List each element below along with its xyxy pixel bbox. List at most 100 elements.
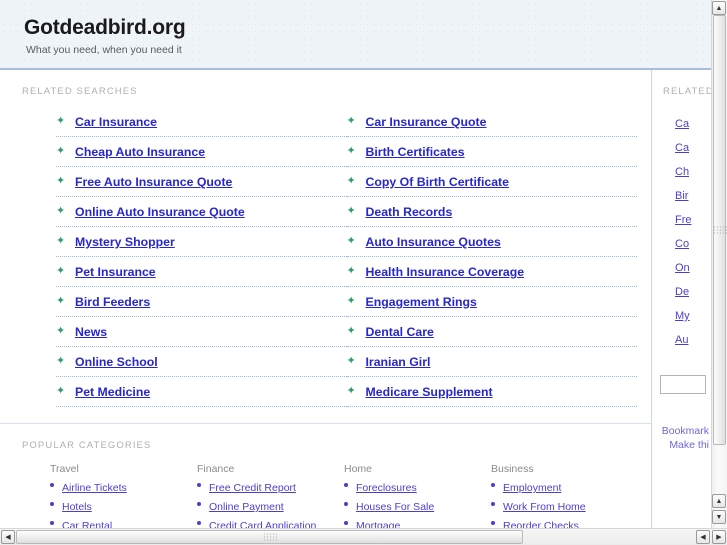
sidebar-list-item[interactable]: Co bbox=[675, 231, 711, 255]
bookmark-link[interactable]: Bookmark bbox=[657, 424, 709, 438]
category-list-item[interactable]: Car Rental bbox=[50, 518, 197, 528]
category-list-item[interactable]: Online Payment bbox=[197, 499, 344, 514]
related-item[interactable]: ✦ Car Insurance bbox=[56, 107, 347, 137]
scroll-up-button-bottom[interactable]: ▲ bbox=[712, 494, 726, 508]
related-item[interactable]: ✦ Iranian Girl bbox=[346, 347, 637, 377]
related-link[interactable]: Birth Certificates bbox=[366, 145, 465, 159]
related-item[interactable]: ✦ Dental Care bbox=[346, 317, 637, 347]
related-link[interactable]: Death Records bbox=[366, 205, 453, 219]
related-link[interactable]: Auto Insurance Quotes bbox=[366, 235, 501, 249]
sidebar-list-item[interactable]: On bbox=[675, 255, 711, 279]
related-item[interactable]: ✦ Birth Certificates bbox=[346, 137, 637, 167]
related-link[interactable]: Online School bbox=[75, 355, 158, 369]
sidebar-list-item[interactable]: Ca bbox=[675, 111, 711, 135]
related-item[interactable]: ✦ Medicare Supplement bbox=[346, 377, 637, 407]
sidebar-link[interactable]: Au bbox=[675, 334, 688, 346]
related-link[interactable]: Pet Medicine bbox=[75, 385, 150, 399]
category-link[interactable]: Houses For Sale bbox=[356, 501, 434, 513]
related-item[interactable]: ✦ Auto Insurance Quotes bbox=[346, 227, 637, 257]
sidebar-link[interactable]: My bbox=[675, 310, 690, 322]
related-item[interactable]: ✦ Mystery Shopper bbox=[56, 227, 347, 257]
related-link[interactable]: Engagement Rings bbox=[366, 295, 477, 309]
related-link[interactable]: News bbox=[75, 325, 107, 339]
sidebar-list-item[interactable]: Ca bbox=[675, 135, 711, 159]
category-list-item[interactable]: Work From Home bbox=[491, 499, 638, 514]
related-link[interactable]: Mystery Shopper bbox=[75, 235, 175, 249]
sidebar-link[interactable]: Fre bbox=[675, 214, 692, 226]
related-link[interactable]: Bird Feeders bbox=[75, 295, 150, 309]
scroll-left-button[interactable]: ◀ bbox=[1, 530, 15, 544]
related-item[interactable]: ✦ Pet Insurance bbox=[56, 257, 347, 287]
related-link[interactable]: Health Insurance Coverage bbox=[366, 265, 525, 279]
related-link[interactable]: Free Auto Insurance Quote bbox=[75, 175, 232, 189]
sidebar-link[interactable]: Ca bbox=[675, 142, 689, 154]
related-item[interactable]: ✦ Car Insurance Quote bbox=[346, 107, 637, 137]
sidebar-list-item[interactable]: De bbox=[675, 279, 711, 303]
related-item[interactable]: ✦ Engagement Rings bbox=[346, 287, 637, 317]
horizontal-scrollbar[interactable]: ◀ ◀ ▶ bbox=[0, 528, 727, 545]
category-link[interactable]: Online Payment bbox=[209, 501, 284, 513]
related-item[interactable]: ✦ Pet Medicine bbox=[56, 377, 347, 407]
category-list-item[interactable]: Employment bbox=[491, 480, 638, 495]
scroll-left-button-right[interactable]: ◀ bbox=[696, 530, 710, 544]
category-link[interactable]: Credit Card Application bbox=[209, 520, 316, 528]
related-link[interactable]: Online Auto Insurance Quote bbox=[75, 205, 245, 219]
category-link[interactable]: Employment bbox=[503, 482, 561, 494]
sidebar-link[interactable]: Ca bbox=[675, 118, 689, 130]
related-item[interactable]: ✦ Death Records bbox=[346, 197, 637, 227]
category-link[interactable]: Reorder Checks bbox=[503, 520, 579, 528]
sidebar-search-input[interactable] bbox=[660, 375, 706, 394]
sidebar-link[interactable]: Ch bbox=[675, 166, 689, 178]
vertical-scrollbar[interactable]: ▲ ▲ ▼ bbox=[711, 0, 727, 528]
sidebar-link[interactable]: Bir bbox=[675, 190, 688, 202]
category-link[interactable]: Car Rental bbox=[62, 520, 112, 528]
category-list-item[interactable]: Mortgage bbox=[344, 518, 491, 528]
related-link[interactable]: Car Insurance Quote bbox=[366, 115, 487, 129]
related-item[interactable]: ✦ Bird Feeders bbox=[56, 287, 347, 317]
related-item[interactable]: ✦ Cheap Auto Insurance bbox=[56, 137, 347, 167]
related-item[interactable]: ✦ Online School bbox=[56, 347, 347, 377]
sidebar-list-item[interactable]: Fre bbox=[675, 207, 711, 231]
related-item[interactable]: ✦ Online Auto Insurance Quote bbox=[56, 197, 347, 227]
related-link[interactable]: Pet Insurance bbox=[75, 265, 156, 279]
category-link[interactable]: Foreclosures bbox=[356, 482, 417, 494]
bullet-dot-icon bbox=[197, 483, 201, 487]
sidebar-link[interactable]: De bbox=[675, 286, 689, 298]
sidebar-list-item[interactable]: Bir bbox=[675, 183, 711, 207]
sidebar-list-item[interactable]: Au bbox=[675, 327, 711, 351]
related-item[interactable]: ✦ News bbox=[56, 317, 347, 347]
sidebar-list-item[interactable]: My bbox=[675, 303, 711, 327]
related-link[interactable]: Dental Care bbox=[366, 325, 434, 339]
category-link[interactable]: Free Credit Report bbox=[209, 482, 296, 494]
category-link[interactable]: Work From Home bbox=[503, 501, 586, 513]
related-link[interactable]: Car Insurance bbox=[75, 115, 157, 129]
category-list-item[interactable]: Credit Card Application bbox=[197, 518, 344, 528]
related-link[interactable]: Iranian Girl bbox=[366, 355, 431, 369]
sidebar-list-item[interactable]: Ch bbox=[675, 159, 711, 183]
vertical-scrollbar-thumb[interactable] bbox=[712, 15, 727, 445]
related-item[interactable]: ✦ Health Insurance Coverage bbox=[346, 257, 637, 287]
page-content: Gotdeadbird.org What you need, when you … bbox=[0, 0, 711, 528]
make-homepage-link[interactable]: Make thi bbox=[657, 438, 709, 452]
category-link[interactable]: Mortgage bbox=[356, 520, 400, 528]
related-link[interactable]: Medicare Supplement bbox=[366, 385, 493, 399]
category-list-item[interactable]: Houses For Sale bbox=[344, 499, 491, 514]
sidebar-link[interactable]: On bbox=[675, 262, 690, 274]
category-link[interactable]: Hotels bbox=[62, 501, 92, 513]
category-list-item[interactable]: Airline Tickets bbox=[50, 480, 197, 495]
scroll-right-button[interactable]: ▶ bbox=[712, 530, 726, 544]
related-link[interactable]: Copy Of Birth Certificate bbox=[366, 175, 509, 189]
horizontal-scrollbar-thumb[interactable] bbox=[16, 530, 523, 544]
related-item[interactable]: ✦ Copy Of Birth Certificate bbox=[346, 167, 637, 197]
sidebar-link[interactable]: Co bbox=[675, 238, 689, 250]
category-list-item[interactable]: Reorder Checks bbox=[491, 518, 638, 528]
scroll-up-button[interactable]: ▲ bbox=[712, 1, 726, 15]
category-list-item[interactable]: Free Credit Report bbox=[197, 480, 344, 495]
category-list-item[interactable]: Hotels bbox=[50, 499, 197, 514]
scroll-down-button[interactable]: ▼ bbox=[712, 510, 726, 524]
related-item[interactable]: ✦ Free Auto Insurance Quote bbox=[56, 167, 347, 197]
category-heading: Finance bbox=[197, 463, 235, 475]
category-list-item[interactable]: Foreclosures bbox=[344, 480, 491, 495]
category-link[interactable]: Airline Tickets bbox=[62, 482, 127, 494]
related-link[interactable]: Cheap Auto Insurance bbox=[75, 145, 205, 159]
